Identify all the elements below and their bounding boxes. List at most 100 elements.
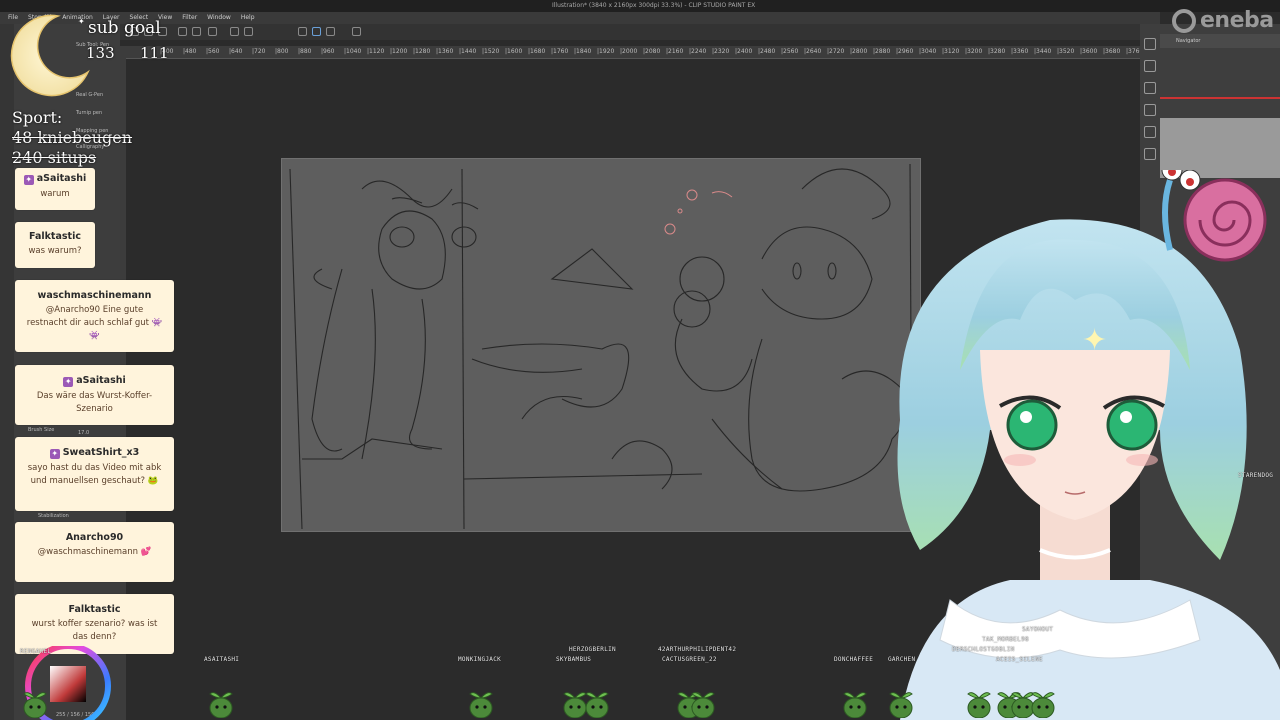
property-icon[interactable] — [1144, 104, 1156, 116]
brush-size-label: Brush Size — [28, 427, 55, 433]
menu-filter[interactable]: Filter — [182, 12, 197, 24]
sub-goal-target: 111 — [140, 44, 169, 62]
snap-icon[interactable] — [312, 27, 321, 36]
menu-bar: File Story(P) Animation Layer Select Vie… — [0, 12, 1160, 24]
horizontal-ruler: |400 |480 |560 |640 |720 |800 |880 |960 |1040 |11… — [120, 46, 1143, 59]
chat-message: Falktastic was warum? — [15, 222, 95, 268]
sprout-icon — [209, 692, 233, 718]
star-hairclip-icon: ✦ — [1082, 323, 1107, 358]
chat-username: SweatShirt_x3 — [62, 447, 140, 458]
ruler-tick: |1280 — [413, 48, 431, 55]
navigator-preview[interactable] — [1160, 118, 1280, 178]
ruler-tick: |720 — [252, 48, 266, 55]
ruler-tick: |2880 — [873, 48, 891, 55]
panel-toggle-icon[interactable] — [1144, 38, 1156, 50]
ruler-tick: |2160 — [666, 48, 684, 55]
grid-icon[interactable] — [352, 27, 361, 36]
chat-username: aSaitashi — [36, 173, 87, 184]
ruler-tick: |2800 — [850, 48, 868, 55]
fill-icon[interactable] — [244, 27, 253, 36]
command-toolbar — [120, 24, 1140, 40]
material-icon[interactable] — [1144, 82, 1156, 94]
viewer-name: SKYBAMBUS — [556, 656, 592, 663]
ruler-tick: |960 — [321, 48, 335, 55]
vtuber-avatar: ✦ — [897, 170, 1280, 720]
ruler-tick: |1520 — [482, 48, 500, 55]
sport-line-situps: 240 situps — [12, 148, 97, 167]
moon-icon: ✦ — [10, 14, 90, 97]
chat-text: Das wäre das Wurst-Koffer-Szenario — [36, 391, 153, 414]
ruler-tick: |2400 — [735, 48, 753, 55]
ruler-tick: |800 — [275, 48, 289, 55]
navigator-tab[interactable]: Navigator — [1160, 34, 1280, 48]
ruler-tick: |2560 — [781, 48, 799, 55]
chat-text: was warum? — [28, 246, 82, 256]
viewer-name: SAYOHOUT — [1022, 626, 1054, 633]
subscriber-badge-icon: ✦ — [23, 175, 34, 185]
ruler-tick: |2480 — [758, 48, 776, 55]
sprout-icon — [889, 692, 913, 718]
stabilization-label: Stabilization — [38, 513, 69, 519]
sprout-icon — [1031, 692, 1055, 718]
viewer-name: ACEIS_SILENE — [996, 656, 1043, 663]
transform-icon[interactable] — [230, 27, 239, 36]
ruler-icon[interactable] — [326, 27, 335, 36]
ruler-tick: |3120 — [942, 48, 960, 55]
chat-username: Falktastic — [29, 231, 81, 242]
ruler-tick: |2960 — [896, 48, 914, 55]
brush-size-value[interactable]: 17.0 — [78, 430, 89, 436]
viewer-name: DERSCHLOSTGOBLIN — [952, 646, 1015, 653]
viewer-name: HERZOGBERLIN — [569, 646, 616, 653]
viewer-name: 42ARTHURPHILIPDENT42 — [658, 646, 737, 653]
ruler-tick: |560 — [206, 48, 220, 55]
viewer-name: GARCHEN — [888, 656, 916, 663]
window-title: Illustration* (3840 x 2160px 300dpi 33.3… — [552, 2, 756, 9]
menu-window[interactable]: Window — [207, 12, 231, 24]
ruler-tick: |3680 — [1103, 48, 1121, 55]
drawing-canvas[interactable] — [281, 158, 921, 532]
sprout-icon — [469, 692, 493, 718]
chat-username: Falktastic — [68, 604, 121, 615]
snail-icon — [1161, 170, 1267, 262]
subscriber-badge-icon: ✦ — [63, 377, 74, 387]
sprout-icon — [967, 692, 991, 718]
ruler-tick: |3280 — [988, 48, 1006, 55]
layer-icon[interactable] — [1144, 60, 1156, 72]
ruler-tick: |1360 — [436, 48, 454, 55]
chat-message: Falktastic wurst koffer szenario? was is… — [15, 594, 174, 654]
redo-icon[interactable] — [192, 27, 201, 36]
ruler-tick: |1600 — [505, 48, 523, 55]
ruler-tick: |3200 — [965, 48, 983, 55]
chat-text: @waschmaschinemann 💕 — [37, 547, 152, 557]
pen-icon[interactable] — [298, 27, 307, 36]
settings-icon[interactable] — [208, 27, 217, 36]
eneba-wordmark: eneba — [1200, 8, 1274, 33]
ruler-tick: |3360 — [1011, 48, 1029, 55]
sprout-icon — [691, 692, 715, 718]
ruler-tick: |2240 — [689, 48, 707, 55]
chat-username: Anarcho90 — [65, 532, 124, 543]
brush-icon[interactable] — [1144, 148, 1156, 160]
ruler-tick: |2000 — [620, 48, 638, 55]
ruler-tick: |1440 — [459, 48, 477, 55]
chat-message: ✦ SweatShirt_x3 sayo hast du das Video mi… — [15, 437, 174, 511]
eneba-logo: eneba — [1172, 8, 1274, 33]
ruler-tick: |1840 — [574, 48, 592, 55]
history-icon[interactable] — [1144, 126, 1156, 138]
ruler-tick: |1120 — [367, 48, 385, 55]
chat-message: waschmaschinemann @Anarcho90 Eine gute r… — [15, 280, 174, 352]
undo-icon[interactable] — [178, 27, 187, 36]
chat-text: @Anarcho90 Eine gute restnacht dir auch … — [26, 305, 163, 341]
ruler-tick: |1920 — [597, 48, 615, 55]
viewer-name: CACTUSGREEN_22 — [662, 656, 717, 663]
ruler-tick: |1760 — [551, 48, 569, 55]
sub-goal-current: 133 — [86, 44, 115, 62]
chat-text: wurst koffer szenario? was ist das denn? — [31, 619, 158, 642]
menu-help[interactable]: Help — [241, 12, 255, 24]
ruler-tick: |2080 — [643, 48, 661, 55]
ruler-tick: |3520 — [1057, 48, 1075, 55]
sport-goal: Sport: 48 kniebeugen 240 situps — [12, 108, 132, 168]
viewer-name: TAK_MORBEL98 — [982, 636, 1029, 643]
ruler-tick: |2320 — [712, 48, 730, 55]
sketch-drawing — [289, 163, 913, 530]
